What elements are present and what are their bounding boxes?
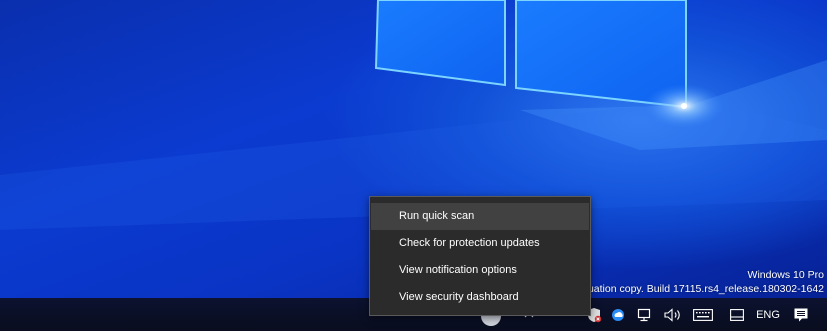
menu-item-check-protection-updates[interactable]: Check for protection updates xyxy=(371,230,589,257)
menu-item-run-quick-scan[interactable]: Run quick scan xyxy=(371,203,589,230)
language-indicator[interactable]: ENG xyxy=(753,298,783,331)
volume-icon[interactable] xyxy=(660,298,686,331)
action-center-icon[interactable] xyxy=(788,298,814,331)
onedrive-icon[interactable] xyxy=(608,298,630,331)
windows-evaluation-watermark: Windows 10 Pro Evaluation copy. Build 17… xyxy=(564,268,824,296)
network-icon[interactable] xyxy=(634,298,656,331)
watermark-edition: Windows 10 Pro xyxy=(747,269,824,281)
defender-context-menu: Run quick scan Check for protection upda… xyxy=(369,196,591,316)
menu-item-view-security-dashboard[interactable]: View security dashboard xyxy=(371,284,589,311)
tablet-mode-icon[interactable] xyxy=(726,298,748,331)
menu-item-view-notification-options[interactable]: View notification options xyxy=(371,257,589,284)
touch-keyboard-icon[interactable] xyxy=(690,298,716,331)
watermark-build: Evaluation copy. Build 17115.rs4_release… xyxy=(567,283,824,295)
